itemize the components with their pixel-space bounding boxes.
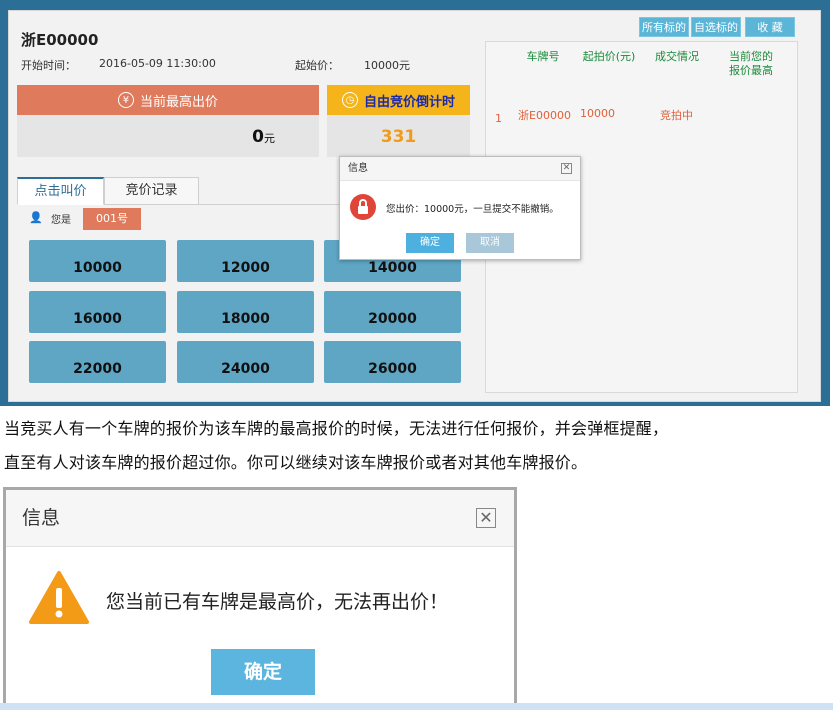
bid-button[interactable]: 20000 — [324, 291, 461, 333]
col-highest-header: 当前您的 报价最高 — [729, 50, 773, 77]
dialog2-title: 信息 — [22, 507, 61, 529]
tab-click-bid[interactable]: 点击叫价 — [17, 177, 104, 205]
row-plate[interactable]: 浙E00000 — [518, 107, 571, 123]
bid-button[interactable]: 22000 — [29, 341, 166, 383]
highest-bid-label: 当前最高出价 — [139, 94, 218, 110]
plate-title: 浙E00000 — [21, 31, 99, 49]
start-time-value: 2016-05-09 11:30:00 — [99, 57, 216, 70]
you-are-label: 您是 — [51, 215, 71, 226]
dialog2-confirm-button[interactable]: 确定 — [211, 649, 315, 695]
bid-button[interactable]: 16000 — [29, 291, 166, 333]
countdown-value: 331 — [380, 127, 417, 147]
col-price-header: 起拍价(元) — [582, 50, 636, 63]
bid-button[interactable]: 12000 — [177, 240, 314, 282]
confirm-button[interactable]: 确定 — [406, 233, 454, 253]
highest-bid-header: ¥ 当前最高出价 — [17, 85, 319, 115]
user-icon: 👤 — [29, 211, 43, 224]
reserve-price-label: 起始价： — [295, 59, 339, 72]
row-status: 竞拍中 — [660, 109, 693, 122]
clock-icon: ◷ — [341, 92, 358, 108]
bidder-number-badge: 001号 — [83, 208, 141, 230]
countdown-box: 331 — [327, 115, 470, 157]
countdown-header: ◷ 自由竞价倒计时 — [327, 85, 470, 115]
dialog-message: 您出价：10000元，一旦提交不能撤销。 — [386, 204, 559, 215]
confirm-bid-dialog: 信息 ✕ 您出价：10000元，一旦提交不能撤销。 确定 取消 — [339, 156, 581, 260]
caption-line-1: 当竞买人有一个车牌的报价为该车牌的最高报价的时候，无法进行任何报价，并会弹框提醒… — [4, 419, 669, 438]
yuan-icon: ¥ — [117, 92, 134, 108]
watchlist-button[interactable]: 自选标的 — [691, 17, 741, 37]
bid-button[interactable]: 18000 — [177, 291, 314, 333]
favorite-button[interactable]: 收 藏 — [745, 17, 795, 37]
highest-bid-box: 0元 — [17, 115, 319, 157]
max-bid-warning-dialog: 信息 ✕ 您当前已有车牌是最高价，无法再出价！ 确定 — [3, 487, 517, 707]
highest-bid-value: 0 — [252, 127, 264, 147]
row-price: 10000 — [580, 107, 615, 120]
reserve-price-value: 10000元 — [364, 59, 410, 72]
close-icon[interactable]: ✕ — [476, 508, 496, 528]
bid-button[interactable]: 10000 — [29, 240, 166, 282]
dialog2-header: 信息 ✕ — [6, 490, 514, 547]
countdown-label: 自由竞价倒计时 — [363, 94, 455, 110]
col-status-header: 成交情况 — [655, 50, 699, 63]
highest-bid-unit: 元 — [264, 132, 275, 145]
tab-bid-history[interactable]: 竞价记录 — [104, 177, 199, 205]
lock-icon — [350, 194, 376, 220]
col-plate-header: 车牌号 — [526, 50, 560, 63]
close-icon[interactable]: ✕ — [561, 163, 572, 174]
dialog2-message: 您当前已有车牌是最高价，无法再出价！ — [106, 591, 449, 613]
cancel-button[interactable]: 取消 — [466, 233, 514, 253]
warning-icon — [28, 570, 90, 626]
auction-screenshot: 所有标的 自选标的 收 藏 浙E00000 开始时间： 2016-05-09 1… — [0, 0, 830, 406]
bottom-strip — [0, 703, 833, 710]
dialog-header: 信息 ✕ — [340, 157, 580, 181]
dialog-title: 信息 — [348, 163, 368, 174]
start-time-label: 开始时间： — [21, 59, 76, 72]
bid-button[interactable]: 26000 — [324, 341, 461, 383]
bid-button[interactable]: 24000 — [177, 341, 314, 383]
all-items-button[interactable]: 所有标的 — [639, 17, 689, 37]
row-index: 1 — [495, 112, 502, 125]
caption-line-2: 直至有人对该车牌的报价超过你。你可以继续对该车牌报价或者对其他车牌报价。 — [4, 453, 588, 472]
